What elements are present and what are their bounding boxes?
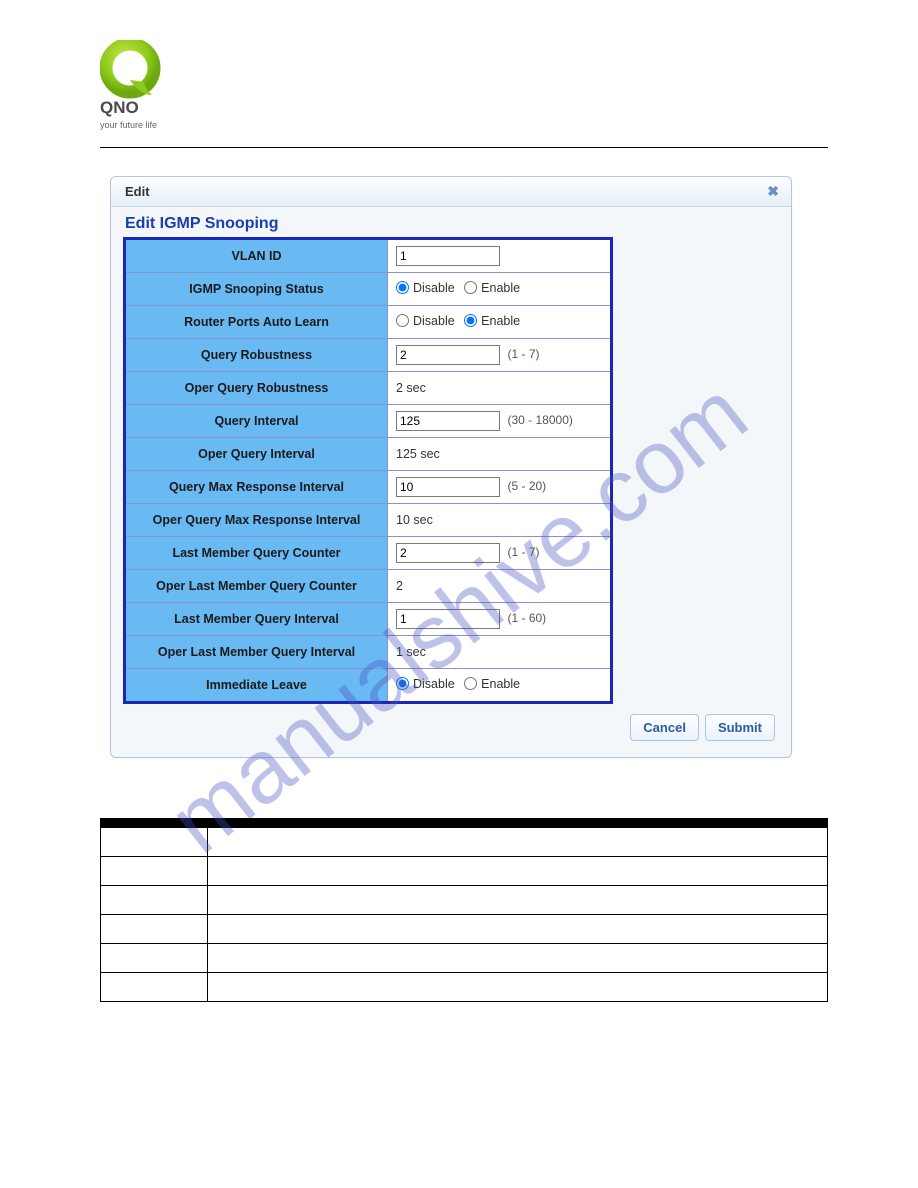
brand-tagline: your future life xyxy=(100,120,164,130)
label-oper-query-interval: Oper Query Interval xyxy=(125,438,388,471)
def-term xyxy=(101,886,208,915)
def-desc xyxy=(208,973,828,1002)
dialog-body: Edit IGMP Snooping VLAN ID IGMP Snooping… xyxy=(111,207,791,757)
lmqc-input[interactable] xyxy=(396,543,500,563)
table-row xyxy=(101,828,828,857)
label-query-robustness: Query Robustness xyxy=(125,339,388,372)
row-snooping-status: IGMP Snooping Status Disable Enable xyxy=(125,273,612,306)
brand-logo: QNO your future life xyxy=(100,40,164,130)
header-rule xyxy=(100,147,828,148)
label-oper-lmqi: Oper Last Member Query Interval xyxy=(125,636,388,669)
q-logo-icon xyxy=(100,40,164,100)
row-oper-lmqc: Oper Last Member Query Counter 2 xyxy=(125,570,612,603)
label-auto-learn: Router Ports Auto Learn xyxy=(125,306,388,339)
row-oper-qmri: Oper Query Max Response Interval 10 sec xyxy=(125,504,612,537)
query-robustness-hint: (1 - 7) xyxy=(507,347,539,361)
imml-disable-label: Disable xyxy=(413,677,455,691)
label-oper-lmqc: Oper Last Member Query Counter xyxy=(125,570,388,603)
snoop-enable-label: Enable xyxy=(481,281,520,295)
label-lmqi: Last Member Query Interval xyxy=(125,603,388,636)
oper-query-robustness-value: 2 sec xyxy=(388,372,612,405)
row-auto-learn: Router Ports Auto Learn Disable Enable xyxy=(125,306,612,339)
close-icon[interactable]: ✖ xyxy=(767,183,779,200)
label-query-interval: Query Interval xyxy=(125,405,388,438)
qmri-input[interactable] xyxy=(396,477,500,497)
learn-disable-radio[interactable] xyxy=(396,314,409,327)
query-interval-hint: (30 - 18000) xyxy=(507,413,572,427)
dialog-titlebar: Edit ✖ xyxy=(111,177,791,207)
def-desc xyxy=(208,857,828,886)
def-term xyxy=(101,828,208,857)
edit-dialog: Edit ✖ Edit IGMP Snooping VLAN ID IGMP S… xyxy=(110,176,792,758)
label-vlan-id: VLAN ID xyxy=(125,239,388,273)
query-interval-input[interactable] xyxy=(396,411,500,431)
def-header-desc xyxy=(208,819,828,828)
oper-lmqi-value: 1 sec xyxy=(388,636,612,669)
oper-qmri-value: 10 sec xyxy=(388,504,612,537)
def-term xyxy=(101,915,208,944)
igmp-form-table: VLAN ID IGMP Snooping Status Disable Ena… xyxy=(123,237,613,704)
qmri-hint: (5 - 20) xyxy=(507,479,546,493)
row-immediate-leave: Immediate Leave Disable Enable xyxy=(125,669,612,703)
imml-enable-radio[interactable] xyxy=(464,677,477,690)
definition-table xyxy=(100,818,828,1002)
submit-button[interactable]: Submit xyxy=(705,714,775,741)
row-vlan-id: VLAN ID xyxy=(125,239,612,273)
def-desc xyxy=(208,886,828,915)
dialog-title: Edit xyxy=(125,184,150,199)
oper-query-interval-value: 125 sec xyxy=(388,438,612,471)
oper-lmqc-value: 2 xyxy=(388,570,612,603)
row-qmri: Query Max Response Interval (5 - 20) xyxy=(125,471,612,504)
def-term xyxy=(101,973,208,1002)
label-oper-query-robustness: Oper Query Robustness xyxy=(125,372,388,405)
snoop-disable-label: Disable xyxy=(413,281,455,295)
table-row xyxy=(101,886,828,915)
row-query-robustness: Query Robustness (1 - 7) xyxy=(125,339,612,372)
imml-disable-radio[interactable] xyxy=(396,677,409,690)
label-oper-qmri: Oper Query Max Response Interval xyxy=(125,504,388,537)
row-oper-query-interval: Oper Query Interval 125 sec xyxy=(125,438,612,471)
label-lmqc: Last Member Query Counter xyxy=(125,537,388,570)
lmqi-input[interactable] xyxy=(396,609,500,629)
def-term xyxy=(101,944,208,973)
section-title: Edit IGMP Snooping xyxy=(123,213,779,237)
row-query-interval: Query Interval (30 - 18000) xyxy=(125,405,612,438)
table-row xyxy=(101,973,828,1002)
snoop-disable-radio[interactable] xyxy=(396,281,409,294)
cancel-button[interactable]: Cancel xyxy=(630,714,699,741)
def-header-term xyxy=(101,819,208,828)
row-lmqc: Last Member Query Counter (1 - 7) xyxy=(125,537,612,570)
def-desc xyxy=(208,915,828,944)
brand-name: QNO xyxy=(100,98,164,118)
query-robustness-input[interactable] xyxy=(396,345,500,365)
table-row xyxy=(101,857,828,886)
label-immediate-leave: Immediate Leave xyxy=(125,669,388,703)
row-lmqi: Last Member Query Interval (1 - 60) xyxy=(125,603,612,636)
learn-disable-label: Disable xyxy=(413,314,455,328)
dialog-button-bar: Cancel Submit xyxy=(123,704,779,747)
label-snooping-status: IGMP Snooping Status xyxy=(125,273,388,306)
def-desc xyxy=(208,944,828,973)
row-oper-query-robustness: Oper Query Robustness 2 sec xyxy=(125,372,612,405)
snoop-enable-radio[interactable] xyxy=(464,281,477,294)
label-qmri: Query Max Response Interval xyxy=(125,471,388,504)
table-row xyxy=(101,944,828,973)
lmqc-hint: (1 - 7) xyxy=(507,545,539,559)
table-row xyxy=(101,915,828,944)
learn-enable-radio[interactable] xyxy=(464,314,477,327)
learn-enable-label: Enable xyxy=(481,314,520,328)
imml-enable-label: Enable xyxy=(481,677,520,691)
def-desc xyxy=(208,828,828,857)
vlan-id-input[interactable] xyxy=(396,246,500,266)
lmqi-hint: (1 - 60) xyxy=(507,611,546,625)
row-oper-lmqi: Oper Last Member Query Interval 1 sec xyxy=(125,636,612,669)
def-term xyxy=(101,857,208,886)
